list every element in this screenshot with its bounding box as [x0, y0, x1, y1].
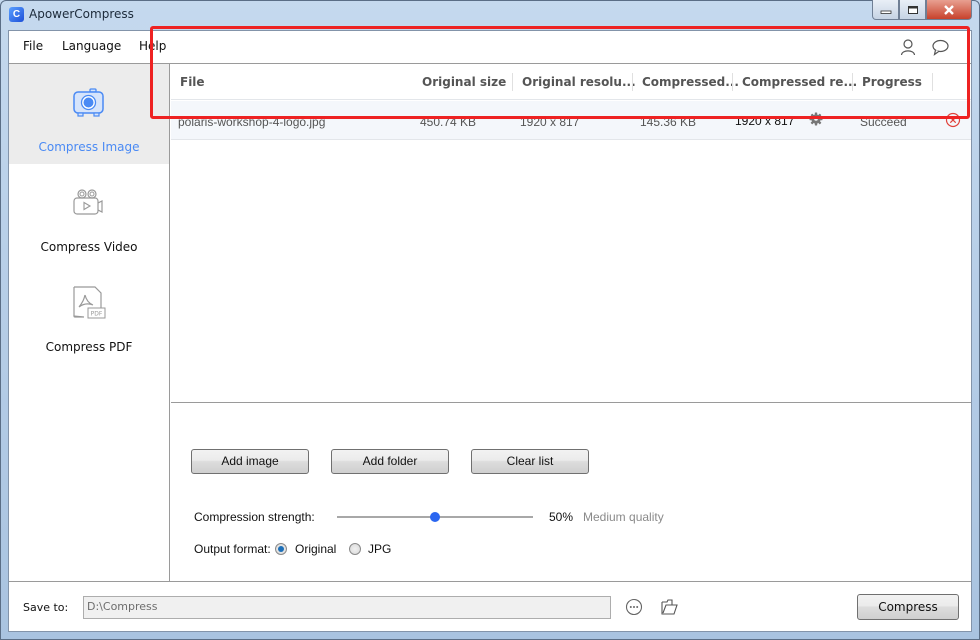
video-camera-icon — [73, 189, 103, 215]
column-divider[interactable] — [852, 73, 853, 91]
cell-original-resolution: 1920 x 817 — [520, 115, 580, 129]
output-format-label: Output format: — [194, 542, 271, 556]
sidebar-item-label: Compress PDF — [45, 340, 133, 354]
user-icon[interactable] — [899, 38, 917, 56]
camera-icon — [73, 88, 104, 117]
compress-button[interactable]: Compress — [857, 594, 959, 620]
column-divider[interactable] — [932, 73, 933, 91]
column-divider[interactable] — [632, 73, 633, 91]
maximize-icon — [907, 5, 918, 14]
app-client-area: File Language Help Compress Image Compre… — [8, 30, 972, 632]
gear-icon[interactable] — [809, 112, 823, 126]
more-options-icon[interactable] — [625, 598, 643, 616]
sidebar-item-label: Compress Image — [38, 140, 140, 154]
column-divider[interactable] — [732, 73, 733, 91]
column-header-original-size[interactable]: Original size — [422, 75, 506, 89]
open-folder-icon[interactable] — [660, 598, 678, 616]
main-panel: File Original size Original resolu... Co… — [171, 64, 971, 581]
close-button[interactable] — [926, 0, 972, 20]
column-header-compressed-resolution[interactable]: Compressed re... — [742, 75, 857, 89]
column-header-progress[interactable]: Progress — [862, 75, 922, 89]
format-jpg-radio[interactable] — [349, 543, 361, 555]
file-table: File Original size Original resolu... Co… — [171, 64, 971, 403]
window-controls — [872, 0, 972, 20]
sidebar-item-compress-video[interactable]: Compress Video — [9, 164, 169, 264]
format-original-radio[interactable] — [275, 543, 287, 555]
column-divider[interactable] — [512, 73, 513, 91]
window-title: ApowerCompress — [29, 7, 134, 21]
remove-file-icon[interactable] — [945, 112, 961, 128]
sidebar: Compress Image Compress Video PDF Compre… — [9, 64, 170, 581]
table-row[interactable]: polaris-workshop-4-logo.jpg 450.74 KB 19… — [171, 101, 971, 140]
quality-text: Medium quality — [583, 510, 664, 524]
cell-compressed-size: 145.36 KB — [640, 115, 697, 129]
format-jpg-label[interactable]: JPG — [368, 542, 391, 556]
sidebar-item-compress-pdf[interactable]: PDF Compress PDF — [9, 264, 169, 364]
app-logo-icon: C — [9, 7, 24, 22]
sidebar-item-label: Compress Video — [40, 240, 138, 254]
cell-original-size: 450.74 KB — [420, 115, 477, 129]
table-header: File Original size Original resolu... Co… — [171, 64, 971, 100]
menu-bar: File Language Help — [9, 31, 971, 64]
menu-file[interactable]: File — [23, 39, 43, 53]
compression-strength-label: Compression strength: — [194, 510, 315, 524]
compression-slider-thumb[interactable] — [430, 512, 440, 522]
add-image-button[interactable]: Add image — [191, 449, 309, 474]
cell-compressed-resolution: 1920 x 817 — [735, 114, 795, 128]
add-folder-button[interactable]: Add folder — [331, 449, 449, 474]
save-path-input[interactable]: D:\Compress — [83, 596, 611, 619]
compression-controls: Add image Add folder Clear list Compress… — [171, 404, 971, 581]
column-header-file[interactable]: File — [180, 75, 205, 89]
title-bar: C ApowerCompress — [0, 0, 980, 30]
column-header-original-resolution[interactable]: Original resolu... — [522, 75, 636, 89]
maximize-button[interactable] — [899, 0, 926, 20]
format-original-label[interactable]: Original — [295, 542, 336, 556]
compression-percent: 50% — [549, 510, 574, 524]
chat-icon[interactable] — [931, 38, 949, 56]
minimize-icon — [880, 10, 891, 14]
menu-help[interactable]: Help — [139, 39, 166, 53]
sidebar-item-compress-image[interactable]: Compress Image — [9, 64, 169, 164]
minimize-button[interactable] — [872, 0, 899, 20]
svg-text:PDF: PDF — [91, 311, 103, 318]
cell-progress-status: Succeed — [860, 115, 907, 129]
menu-language[interactable]: Language — [62, 39, 121, 53]
pdf-file-icon: PDF — [73, 286, 106, 319]
save-to-label: Save to: — [23, 601, 69, 614]
cell-file-name: polaris-workshop-4-logo.jpg — [178, 115, 326, 129]
footer-bar: Save to: D:\Compress Compress — [9, 581, 971, 631]
close-icon — [944, 4, 954, 15]
clear-list-button[interactable]: Clear list — [471, 449, 589, 474]
column-header-compressed-size[interactable]: Compressed... — [642, 75, 739, 89]
